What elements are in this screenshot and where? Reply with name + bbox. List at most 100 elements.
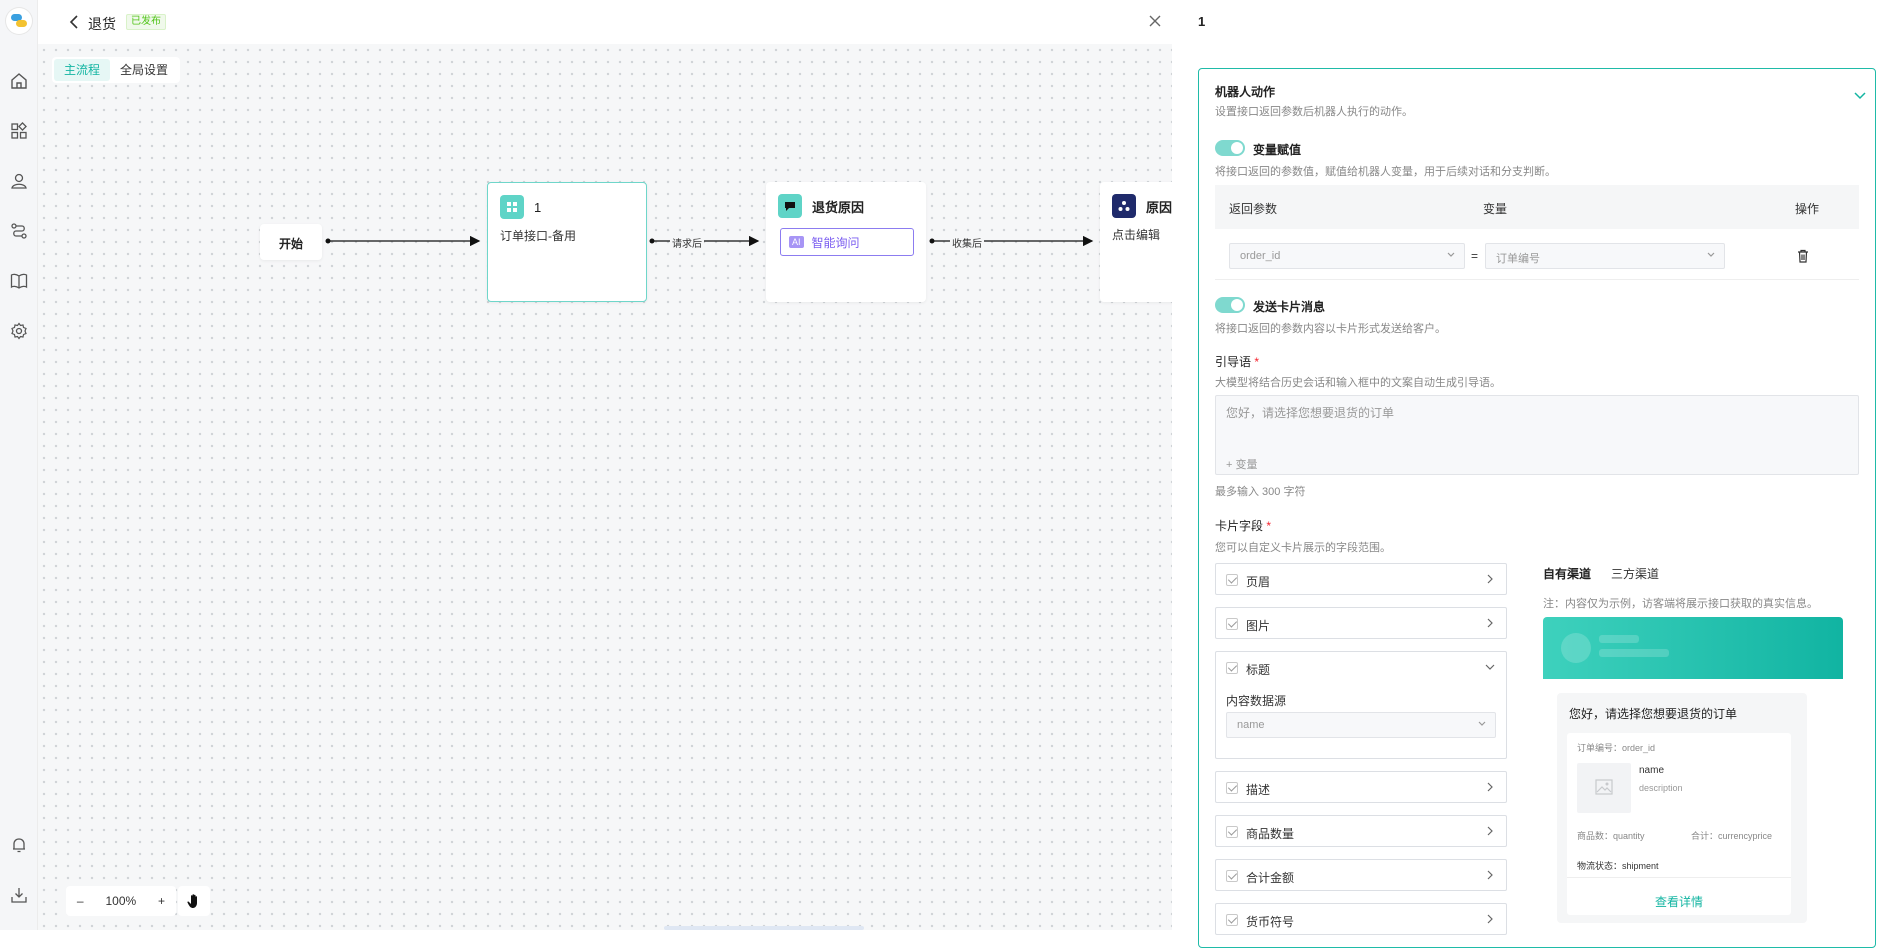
send-card-toggle[interactable]: [1215, 297, 1245, 313]
start-node-label: 开始: [278, 237, 303, 251]
field-item-total[interactable]: 合计金额: [1215, 859, 1507, 891]
guide-text-value: 您好，请选择您想要退货的订单: [1226, 406, 1395, 420]
robot-action-desc: 设置接口返回参数后机器人执行的动作。: [1215, 106, 1413, 118]
canvas-scrollbar[interactable]: [664, 926, 864, 930]
notification-bell-icon[interactable]: [10, 836, 28, 854]
assign-table-header: 返回参数 变量 操作: [1215, 185, 1859, 229]
api-node-title: 1: [534, 199, 542, 215]
preview-message-bubble: 您好，请选择您想要退货的订单 订单编号：order_id name descri…: [1557, 693, 1807, 923]
guide-title: 引导语 *: [1215, 353, 1259, 370]
zoom-in-button[interactable]: +: [158, 894, 165, 908]
ai-inquiry-chip[interactable]: AI 智能询问: [780, 228, 914, 256]
return-reason-node-title: 退货原因: [812, 199, 865, 215]
branch-icon: [1112, 194, 1136, 218]
checkbox[interactable]: [1226, 618, 1238, 630]
field-item-image[interactable]: 图片: [1215, 607, 1507, 639]
return-param-value: order_id: [1240, 250, 1281, 262]
checkbox[interactable]: [1226, 782, 1238, 794]
var-assign-desc: 将接口返回的参数值，赋值给机器人变量，用于后续对话和分支判断。: [1215, 166, 1556, 178]
tab-own-channel[interactable]: 自有渠道: [1543, 565, 1591, 582]
pan-hand-button[interactable]: [178, 886, 210, 916]
content-source-select[interactable]: name: [1226, 712, 1496, 738]
preview-order-card: 订单编号：order_id name description 商品数：quant…: [1567, 733, 1791, 915]
checkbox[interactable]: [1226, 870, 1238, 882]
content-source-value: name: [1237, 719, 1265, 731]
view-details-link[interactable]: 查看详情: [1567, 893, 1791, 910]
guide-title-text: 引导语: [1215, 355, 1252, 369]
tab-third-party-channel[interactable]: 三方渠道: [1611, 565, 1659, 582]
guide-desc: 大模型将结合历史会话和输入框中的文案自动生成引导语。: [1215, 377, 1501, 389]
collapse-chevron-icon[interactable]: [1853, 91, 1867, 101]
chevron-right-icon: [1487, 618, 1493, 628]
card-preview: 您好，请选择您想要退货的订单 订单编号：order_id name descri…: [1543, 617, 1843, 937]
placeholder-bar: [1599, 649, 1669, 657]
preview-note: 注：内容仅为示例，访客端将展示接口获取的真实信息。: [1543, 598, 1818, 610]
robot-icon[interactable]: [10, 172, 28, 190]
flow-canvas[interactable]: 主流程 全局设置 请求后 收集后 开始 1 订单接口-备用 退货原因 AI 智能…: [38, 44, 1172, 930]
edge-label-after-collect: 收集后: [950, 235, 984, 250]
checkbox[interactable]: [1226, 662, 1238, 674]
chevron-down-icon: [1447, 252, 1455, 257]
back-arrow-icon[interactable]: [66, 12, 82, 32]
card-fields-title: 卡片字段 *: [1215, 517, 1271, 534]
checkbox[interactable]: [1226, 826, 1238, 838]
reason-node-title: 原因: [1146, 199, 1172, 215]
apps-icon[interactable]: [10, 122, 28, 140]
field-item-description[interactable]: 描述: [1215, 771, 1507, 803]
start-node[interactable]: 开始: [260, 224, 322, 260]
chevron-down-icon: [1707, 252, 1715, 257]
preview-description: description: [1639, 783, 1683, 793]
field-item-label: 合计金额: [1246, 871, 1295, 885]
variable-select[interactable]: 订单编号: [1485, 243, 1725, 269]
chevron-right-icon: [1487, 826, 1493, 836]
return-param-select[interactable]: order_id: [1229, 243, 1465, 269]
field-item-header[interactable]: 页眉: [1215, 563, 1507, 595]
zoom-controls: – 100% +: [66, 886, 176, 916]
flow-icon[interactable]: [10, 222, 28, 240]
var-assign-title: 变量赋值: [1253, 143, 1302, 157]
download-icon[interactable]: [10, 886, 28, 904]
var-assign-toggle[interactable]: [1215, 140, 1245, 156]
chevron-right-icon: [1487, 782, 1493, 792]
knowledge-book-icon[interactable]: [10, 272, 28, 290]
checkbox[interactable]: [1226, 914, 1238, 926]
flow-edges: [325, 235, 1094, 247]
guide-textarea[interactable]: 您好，请选择您想要退货的订单 + 变量: [1215, 395, 1859, 475]
zoom-out-button[interactable]: –: [77, 894, 84, 908]
required-mark: *: [1254, 355, 1260, 369]
field-item-quantity[interactable]: 商品数量: [1215, 815, 1507, 847]
column-return-param: 返回参数: [1229, 202, 1278, 216]
preview-name: name: [1639, 765, 1665, 776]
ai-inquiry-label: 智能询问: [811, 235, 860, 250]
chevron-down-icon: [1478, 721, 1486, 726]
robot-action-title: 机器人动作: [1215, 85, 1276, 99]
settings-gear-icon[interactable]: [10, 322, 28, 340]
field-item-title[interactable]: 标题 内容数据源 name: [1215, 651, 1507, 759]
return-reason-node[interactable]: 退货原因 AI 智能询问: [766, 182, 926, 302]
image-placeholder-icon: [1577, 763, 1631, 813]
page-title: 退货: [88, 16, 116, 32]
zoom-level: 100%: [105, 894, 137, 908]
row-divider: [1215, 279, 1859, 280]
app-logo[interactable]: [6, 8, 32, 34]
close-icon[interactable]: [1146, 12, 1164, 30]
checkbox[interactable]: [1226, 574, 1238, 586]
left-sidebar: [0, 0, 38, 930]
card-fields-desc: 您可以自定义卡片展示的字段范围。: [1215, 542, 1391, 554]
guide-char-limit: 最多输入 300 字符: [1215, 486, 1306, 498]
variable-value: 订单编号: [1496, 253, 1540, 265]
field-item-currency[interactable]: 货币符号: [1215, 903, 1507, 935]
reason-node-partial[interactable]: 原因 点击编辑: [1100, 182, 1172, 302]
required-mark: *: [1266, 519, 1272, 533]
chat-bubble-icon: [778, 194, 802, 218]
delete-trash-icon[interactable]: [1797, 249, 1809, 263]
field-item-label: 商品数量: [1246, 827, 1295, 841]
equals-sign: =: [1471, 249, 1479, 263]
divider: [1567, 877, 1791, 878]
api-node[interactable]: 1 订单接口-备用: [487, 182, 647, 302]
content-source-label: 内容数据源: [1226, 694, 1287, 708]
column-variable: 变量: [1483, 202, 1508, 216]
reason-node-subtitle: 点击编辑: [1112, 228, 1161, 242]
add-variable-button[interactable]: + 变量: [1226, 456, 1257, 472]
home-icon[interactable]: [10, 72, 28, 90]
